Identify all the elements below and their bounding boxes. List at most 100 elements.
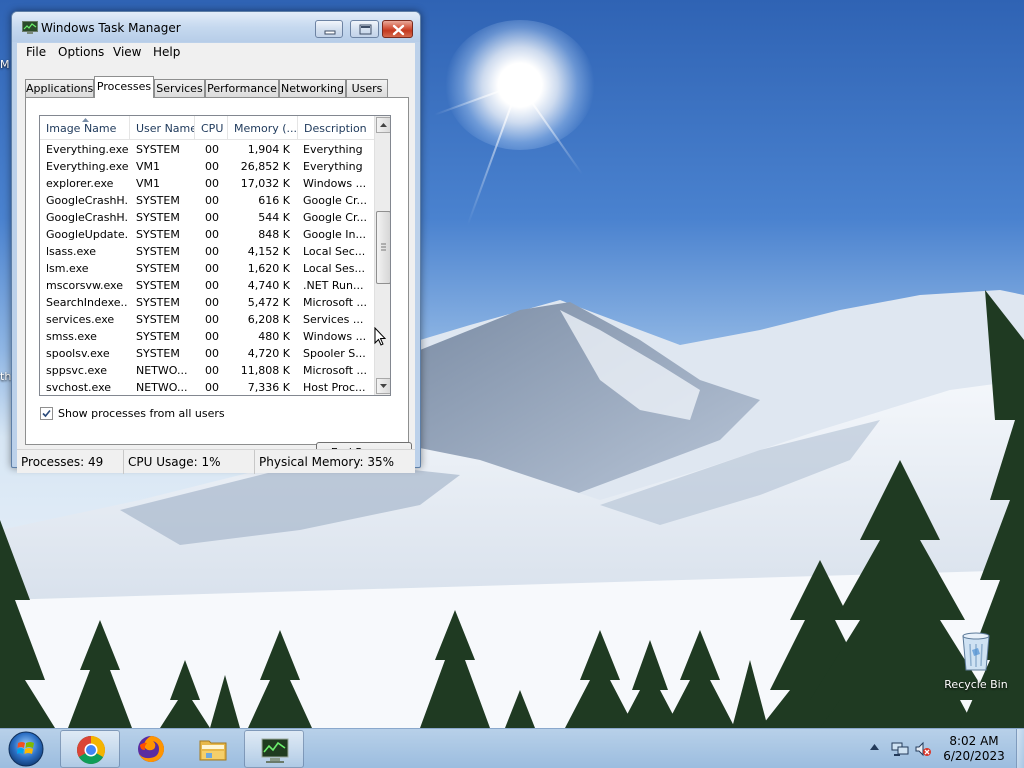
process-image-name: GoogleCrashH... [46,194,128,207]
process-memory: 1,620 K [247,262,290,275]
process-memory: 7,336 K [247,381,290,394]
menu-file[interactable]: File [26,45,46,59]
tab-strip: Applications Processes Services Performa… [17,62,415,100]
process-description: Local Ses... [303,262,365,275]
column-header-image-name[interactable]: Image Name [40,116,130,140]
table-row[interactable]: mscorsvw.exe SYSTEM 00 4,740 K .NET Run... [40,277,374,294]
volume-muted-icon[interactable] [914,741,932,757]
process-memory: 6,208 K [247,313,290,326]
process-description: Everything [303,143,363,156]
process-user-name: SYSTEM [136,347,180,360]
table-row[interactable]: GoogleCrashH... SYSTEM 00 616 K Google Cr... [40,192,374,209]
vertical-scrollbar[interactable] [374,116,390,395]
list-header: Image Name User Name CPU Memory (... Des… [40,116,374,140]
tab-users[interactable]: Users [346,79,388,97]
process-image-name: SearchIndexe... [46,296,128,309]
table-row[interactable]: lsass.exe SYSTEM 00 4,152 K Local Sec... [40,243,374,260]
process-user-name: SYSTEM [136,194,180,207]
process-cpu: 00 [205,194,219,207]
window-body: Applications Processes Services Performa… [17,62,415,474]
process-image-name: svchost.exe [46,381,112,394]
process-description: Google Cr... [303,194,367,207]
network-icon[interactable] [891,741,909,757]
menu-help[interactable]: Help [153,45,180,59]
tab-applications[interactable]: Applications [25,79,94,97]
scroll-up-button[interactable] [376,117,390,133]
start-button[interactable] [6,730,46,768]
table-row[interactable]: svchost.exe NETWO... 00 7,336 K Host Proc... [40,379,374,395]
mouse-cursor-icon [374,327,387,346]
close-button[interactable] [382,20,413,38]
process-memory: 11,808 K [240,364,290,377]
taskbar-task-manager-button[interactable] [244,730,304,768]
process-description: Windows ... [303,177,367,190]
process-description: Microsoft ... [303,364,368,377]
table-row[interactable]: Everything.exe SYSTEM 00 1,904 K Everything [40,141,374,158]
recycle-bin-icon [962,632,990,671]
table-row[interactable]: explorer.exe VM1 00 17,032 K Windows ... [40,175,374,192]
process-user-name: SYSTEM [136,279,180,292]
checkmark-icon [42,409,51,418]
table-row[interactable]: services.exe SYSTEM 00 6,208 K Services ... [40,311,374,328]
process-cpu: 00 [205,262,219,275]
process-description: Everything [303,160,363,173]
table-row[interactable]: smss.exe SYSTEM 00 480 K Windows ... [40,328,374,345]
column-header-description[interactable]: Description [298,116,374,140]
process-cpu: 00 [205,330,219,343]
process-memory: 848 K [258,228,290,241]
system-clock[interactable]: 8:02 AM 6/20/2023 [936,734,1012,764]
taskbar-firefox-button[interactable] [121,730,181,768]
taskbar-chrome-button[interactable] [60,730,120,768]
process-description: Microsoft ... [303,296,368,309]
clock-date: 6/20/2023 [943,749,1005,763]
process-memory: 616 K [258,194,290,207]
menu-options[interactable]: Options [58,45,104,59]
process-user-name: NETWO... [136,381,188,394]
process-description: Windows ... [303,330,367,343]
process-user-name: SYSTEM [136,245,180,258]
process-list[interactable]: Image Name User Name CPU Memory (... Des… [39,115,391,396]
table-row[interactable]: lsm.exe SYSTEM 00 1,620 K Local Ses... [40,260,374,277]
column-header-cpu[interactable]: CPU [195,116,228,140]
process-description: .NET Run... [303,279,364,292]
show-all-processes-checkbox[interactable] [40,407,53,420]
maximize-button[interactable] [350,20,379,38]
process-image-name: spoolsv.exe [46,347,110,360]
start-orb-icon [8,731,44,767]
process-image-name: GoogleCrashH... [46,211,128,224]
process-user-name: SYSTEM [136,296,180,309]
process-image-name: lsass.exe [46,245,96,258]
table-row[interactable]: spoolsv.exe SYSTEM 00 4,720 K Spooler S... [40,345,374,362]
show-desktop-button[interactable] [1016,729,1024,768]
show-all-processes-label: Show processes from all users [58,407,225,420]
recycle-bin-desktop-icon[interactable]: Recycle Bin [940,630,1012,691]
table-row[interactable]: Everything.exe VM1 00 26,852 K Everything [40,158,374,175]
scroll-down-button[interactable] [376,378,390,394]
process-image-name: explorer.exe [46,177,114,190]
recycle-bin-label: Recycle Bin [944,678,1008,691]
process-cpu: 00 [205,364,219,377]
table-row[interactable]: GoogleCrashH... SYSTEM 00 544 K Google Cr... [40,209,374,226]
status-bar: Processes: 49 CPU Usage: 1% Physical Mem… [17,449,415,474]
process-cpu: 00 [205,279,219,292]
process-image-name: sppsvc.exe [46,364,107,377]
process-cpu: 00 [205,143,219,156]
process-memory: 480 K [258,330,290,343]
column-header-user-name[interactable]: User Name [130,116,195,140]
tab-networking[interactable]: Networking [279,79,346,97]
process-user-name: VM1 [136,160,161,173]
clock-time: 8:02 AM [949,734,999,748]
minimize-button[interactable] [315,20,343,38]
taskbar-explorer-button[interactable] [183,730,243,768]
table-row[interactable]: GoogleUpdate.... SYSTEM 00 848 K Google In..… [40,226,374,243]
title-bar[interactable]: Windows Task Manager [12,12,420,42]
tab-performance[interactable]: Performance [205,79,279,97]
tab-processes[interactable]: Processes [94,76,154,98]
table-row[interactable]: SearchIndexe... SYSTEM 00 5,472 K Microsoft … [40,294,374,311]
column-header-memory[interactable]: Memory (... [228,116,298,140]
scroll-thumb[interactable] [376,211,390,284]
menu-view[interactable]: View [113,45,141,59]
show-hidden-icons-arrow[interactable] [870,744,879,750]
tab-services[interactable]: Services [154,79,205,97]
table-row[interactable]: sppsvc.exe NETWO... 00 11,808 K Microsoft ..… [40,362,374,379]
